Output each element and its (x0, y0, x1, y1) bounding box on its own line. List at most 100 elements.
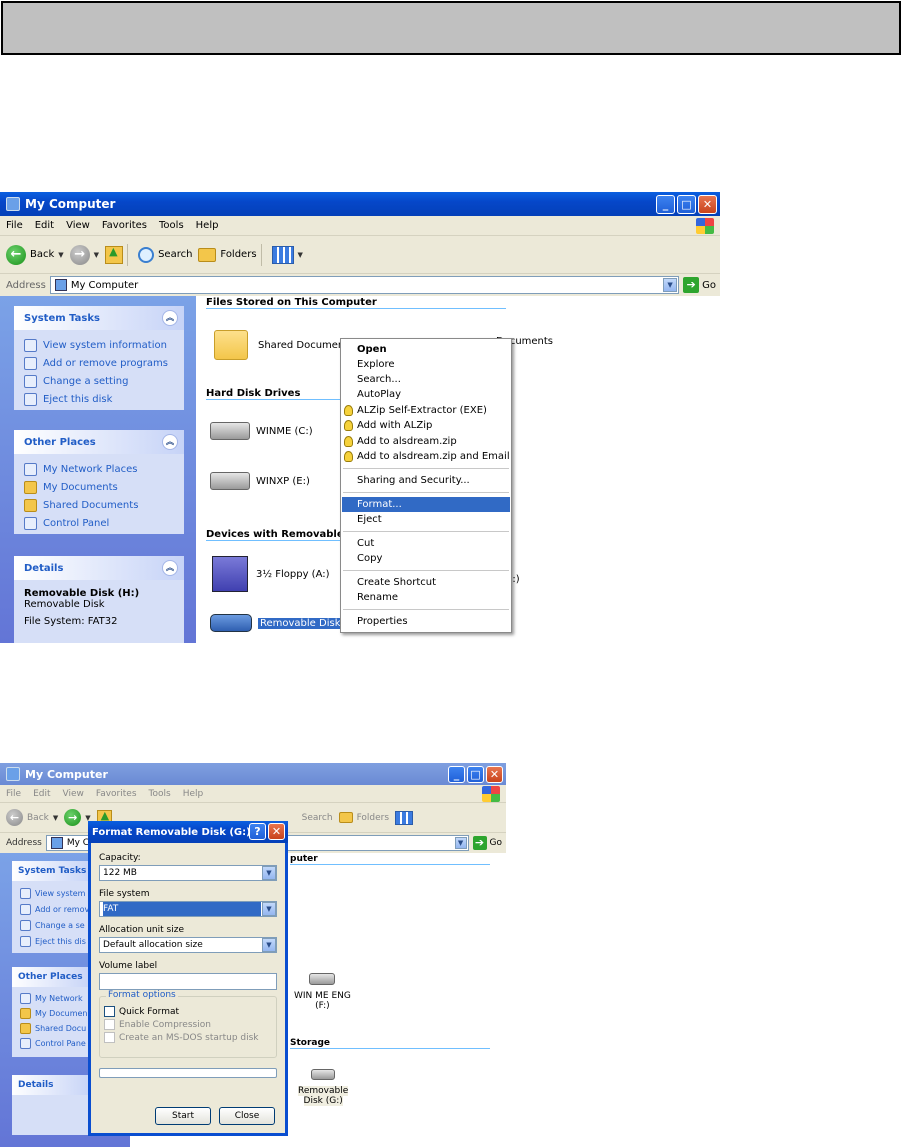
forward-button[interactable]: → ▼ (64, 809, 91, 826)
address-dropdown-button[interactable]: ▼ (663, 278, 678, 292)
menu-cut[interactable]: Cut (342, 536, 510, 551)
menu-search[interactable]: Search... (342, 372, 510, 387)
chevron-down-icon[interactable]: ▼ (262, 866, 276, 880)
chevron-down-icon[interactable]: ▼ (53, 814, 58, 822)
details-header[interactable]: Details ︽ (14, 556, 184, 580)
go-button[interactable]: ➔ Go (472, 836, 502, 850)
place-my-documents[interactable]: My Documen (12, 1006, 92, 1021)
menu-rename[interactable]: Rename (342, 590, 510, 605)
chevron-down-icon[interactable]: ▼ (58, 251, 63, 259)
start-button[interactable]: Start (155, 1107, 211, 1125)
task-eject-disk[interactable]: Eject this dis (12, 933, 92, 949)
task-change-setting[interactable]: Change a setting (14, 372, 184, 390)
place-my-documents[interactable]: My Documents (14, 478, 184, 496)
system-tasks-header[interactable]: System Tasks ︽ (14, 306, 184, 330)
item-removable-disk-g[interactable]: Removable Disk (G:) (298, 1069, 349, 1106)
chevron-down-icon[interactable]: ▼ (262, 938, 276, 952)
item-floppy-a[interactable]: 3½ Floppy (A:) (212, 556, 330, 592)
maximize-button[interactable]: □ (467, 766, 484, 783)
capacity-select[interactable]: 122 MB ▼ (99, 865, 277, 881)
close-button[interactable]: ✕ (698, 195, 717, 214)
maximize-button[interactable]: □ (677, 195, 696, 214)
task-eject-disk[interactable]: Eject this disk (14, 390, 184, 408)
menu-tools[interactable]: Tools (143, 789, 177, 799)
quick-format-checkbox[interactable] (104, 1006, 115, 1017)
title-bar[interactable]: My Computer _ □ ✕ (0, 763, 506, 785)
menu-edit[interactable]: Edit (27, 789, 56, 799)
folders-button[interactable]: Folders (338, 812, 389, 823)
menu-view[interactable]: View (57, 789, 90, 799)
item-drive-e[interactable]: WINXP (E:) (210, 472, 310, 490)
task-add-remove-programs[interactable]: Add or remove programs (14, 354, 184, 372)
menu-edit[interactable]: Edit (29, 220, 60, 231)
minimize-button[interactable]: _ (448, 766, 465, 783)
search-button[interactable]: Search (302, 813, 333, 823)
title-bar[interactable]: My Computer _ □ ✕ (0, 192, 720, 216)
help-button[interactable]: ? (249, 823, 266, 840)
place-my-network[interactable]: My Network (12, 991, 92, 1006)
place-shared-documents[interactable]: Shared Docu (12, 1021, 92, 1036)
system-tasks-header[interactable]: System Tasks (12, 861, 92, 881)
filesystem-select[interactable]: FAT ▼ (99, 901, 277, 917)
close-button[interactable]: ✕ (486, 766, 503, 783)
chevron-down-icon[interactable]: ▼ (94, 251, 99, 259)
task-change-setting[interactable]: Change a se (12, 917, 92, 933)
collapse-chevron-icon[interactable]: ︽ (162, 434, 178, 450)
other-places-header[interactable]: Other Places ︽ (14, 430, 184, 454)
menu-add-zip[interactable]: Add to alsdream.zip (342, 434, 510, 449)
forward-button[interactable]: → ▼ (69, 244, 99, 265)
views-button[interactable] (395, 810, 414, 825)
back-button[interactable]: ← Back ▼ (6, 809, 58, 826)
item-drive-f[interactable]: WIN ME ENG (F:) (294, 973, 351, 1011)
details-header[interactable]: Details (12, 1075, 92, 1095)
menu-create-shortcut[interactable]: Create Shortcut (342, 575, 510, 590)
collapse-chevron-icon[interactable]: ︽ (162, 310, 178, 326)
menu-autoplay[interactable]: AutoPlay (342, 387, 510, 402)
menu-add-zip-email[interactable]: Add to alsdream.zip and Email (342, 449, 510, 464)
volume-label-input[interactable] (99, 973, 277, 990)
allocation-select[interactable]: Default allocation size ▼ (99, 937, 277, 953)
go-button[interactable]: ➔ Go (683, 277, 716, 293)
back-button[interactable]: ← Back ▼ (6, 244, 64, 265)
menu-sharing-security[interactable]: Sharing and Security... (342, 473, 510, 488)
place-control-panel[interactable]: Control Panel (14, 514, 184, 532)
item-shared-documents[interactable]: Shared Documents (214, 330, 353, 360)
address-dropdown-button[interactable]: ▼ (454, 837, 467, 849)
dialog-title-bar[interactable]: Format Removable Disk (G:) ? ✕ (88, 821, 288, 843)
menu-alzip-sfx[interactable]: ALZip Self-Extractor (EXE) (342, 403, 510, 418)
task-add-remove-programs[interactable]: Add or remov (12, 901, 92, 917)
menu-format[interactable]: Format... (342, 497, 510, 512)
place-shared-documents[interactable]: Shared Documents (14, 496, 184, 514)
place-my-network[interactable]: My Network Places (14, 460, 184, 478)
menu-view[interactable]: View (60, 220, 96, 231)
folders-button[interactable]: Folders (198, 247, 257, 262)
menu-properties[interactable]: Properties (342, 614, 510, 629)
task-view-system-info[interactable]: View system information (14, 336, 184, 354)
views-button[interactable]: ▼ (271, 245, 303, 264)
menu-add-alzip[interactable]: Add with ALZip (342, 418, 510, 433)
chevron-down-icon[interactable]: ▼ (262, 902, 276, 916)
menu-file[interactable]: File (0, 789, 27, 799)
collapse-chevron-icon[interactable]: ︽ (162, 560, 178, 576)
menu-tools[interactable]: Tools (153, 220, 190, 231)
menu-help[interactable]: Help (177, 789, 210, 799)
minimize-button[interactable]: _ (656, 195, 675, 214)
place-control-panel[interactable]: Control Pane (12, 1036, 92, 1051)
menu-favorites[interactable]: Favorites (96, 220, 153, 231)
item-drive-c[interactable]: WINME (C:) (210, 422, 313, 440)
menu-file[interactable]: File (0, 220, 29, 231)
dialog-close-button[interactable]: Close (219, 1107, 275, 1125)
menu-open[interactable]: Open (342, 342, 510, 357)
menu-copy[interactable]: Copy (342, 551, 510, 566)
menu-explore[interactable]: Explore (342, 357, 510, 372)
other-places-header[interactable]: Other Places (12, 967, 92, 987)
close-button[interactable]: ✕ (268, 823, 285, 840)
task-view-system-info[interactable]: View system (12, 885, 92, 901)
quick-format-option[interactable]: Quick Format (104, 1005, 272, 1018)
up-button[interactable] (105, 245, 124, 264)
menu-eject[interactable]: Eject (342, 512, 510, 527)
menu-favorites[interactable]: Favorites (90, 789, 143, 799)
search-button[interactable]: Search (138, 246, 192, 263)
address-input[interactable]: My Computer ▼ (49, 276, 680, 294)
menu-help[interactable]: Help (190, 220, 225, 231)
